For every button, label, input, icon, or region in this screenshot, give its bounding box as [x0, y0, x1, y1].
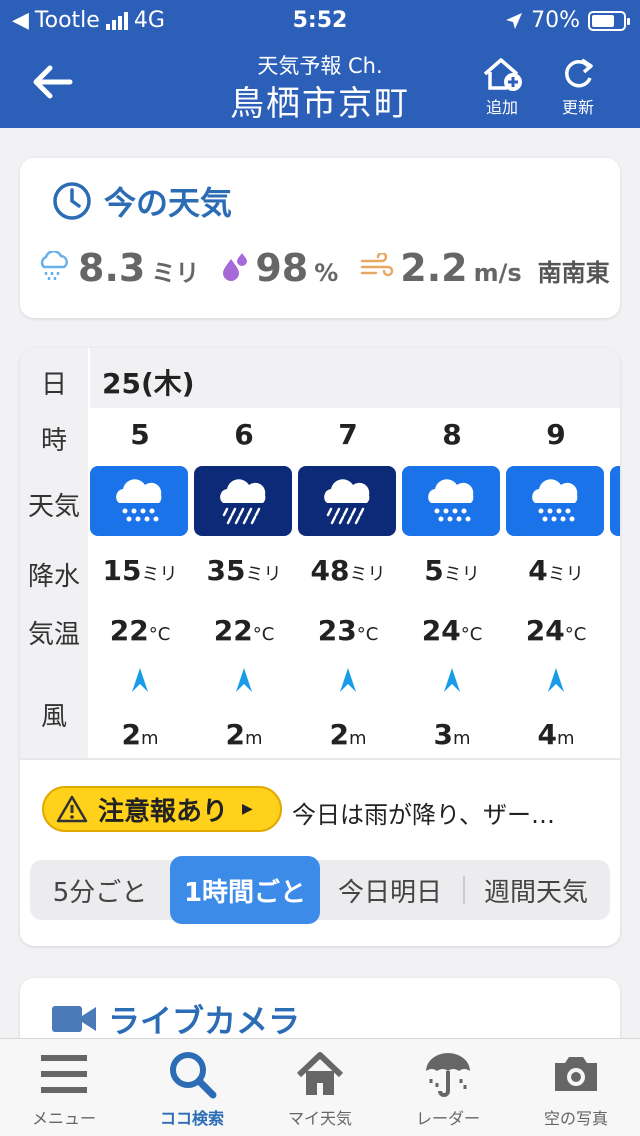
wind-value: 2.2	[400, 246, 468, 290]
hour-label: 6	[234, 418, 254, 451]
live-camera-title[interactable]: ライブカメラ	[52, 996, 300, 1042]
wind-speed: 2m	[225, 718, 263, 751]
label-temp: 気温	[27, 620, 80, 650]
humidity-unit: %	[314, 259, 339, 287]
location-title: 鳥栖市京町	[230, 84, 410, 124]
temperature: 24°C	[525, 614, 587, 647]
refresh-button[interactable]: 更新	[548, 56, 608, 118]
tab-sky-photos[interactable]: 空の写真	[512, 1049, 640, 1129]
segment-weekly[interactable]: 週間天気	[466, 860, 606, 920]
label-day: 日	[40, 370, 67, 400]
current-weather-title: 今の天気	[52, 178, 232, 224]
wind-speed: 2m	[329, 718, 367, 751]
tab-menu-label: メニュー	[31, 1109, 96, 1128]
camera-icon	[555, 1057, 597, 1091]
refresh-icon	[565, 58, 593, 88]
advisory-badge-label: 注意報あり	[98, 796, 229, 827]
rain-icon	[506, 466, 604, 536]
wind-unit: m/s	[473, 259, 522, 287]
location-arrow-icon	[506, 12, 523, 29]
warning-icon	[56, 795, 88, 823]
tab-radar-label: レーダー	[415, 1109, 480, 1128]
header-bar: ◀ Tootle 4G 5:52 70% 天気予報 Ch. 鳥栖市京町 追加 更…	[0, 0, 640, 128]
temperature: 23°C	[317, 614, 379, 647]
segment-today-tomorrow[interactable]: 今日明日	[320, 860, 460, 920]
humidity-value: 98	[255, 246, 309, 290]
umbrella-icon	[426, 1053, 470, 1097]
forecast-row-labels: 日 時 天気 降水 気温 風	[20, 348, 88, 758]
forecast-divider	[20, 758, 620, 760]
chevron-right-icon: ▶	[242, 801, 253, 817]
menu-icon	[41, 1055, 87, 1093]
temperature: 24°C	[421, 614, 483, 647]
wind-speed: 3m	[433, 718, 471, 751]
tab-search[interactable]: ココ検索	[128, 1049, 256, 1129]
wind-icon	[361, 253, 394, 277]
add-button[interactable]: 追加	[472, 56, 532, 118]
hour-label: 8	[442, 418, 462, 451]
video-camera-icon	[52, 1006, 96, 1032]
wind-direction: 南南東	[537, 259, 610, 287]
search-icon	[170, 1052, 217, 1099]
segment-5min[interactable]: 5分ごと	[30, 860, 170, 920]
precip-amount: 35ミリ	[206, 554, 282, 587]
advisory-badge[interactable]: 注意報あり ▶	[42, 786, 282, 832]
segment-hourly[interactable]: 1時間ごと	[170, 856, 320, 924]
label-hour: 時	[40, 426, 67, 456]
current-weather-values: 8.3 ミリ 98 % 2.2 m/s 南南東	[36, 246, 610, 290]
tab-menu[interactable]: メニュー	[0, 1049, 128, 1129]
wind-direction-arrow-icon	[90, 666, 190, 698]
temperature: 22°C	[109, 614, 171, 647]
rain-icon	[90, 466, 188, 536]
heavy-rain-icon	[298, 466, 396, 536]
rain-cloud-icon	[40, 251, 68, 280]
clock-icon	[53, 182, 91, 220]
date-label: 25(木)	[102, 367, 195, 400]
add-label: 追加	[485, 98, 518, 117]
label-weather: 天気	[27, 492, 80, 522]
label-precip: 降水	[27, 562, 80, 592]
wind-direction-arrow-icon	[298, 666, 398, 698]
current-weather-title-text: 今の天気	[104, 184, 233, 222]
advisory-text[interactable]: 今日は雨が降り、ザー…	[292, 795, 555, 830]
bottom-tab-bar: メニュー ココ検索 マイ天気 レーダー 空の写真	[0, 1038, 640, 1136]
precip-amount: 15ミリ	[102, 554, 178, 587]
precip-amount: 4ミリ	[528, 554, 584, 587]
wind-direction-arrow-icon	[506, 666, 606, 698]
battery-percent: 70%	[531, 8, 580, 33]
wind-speed: 2m	[121, 718, 159, 751]
hour-label: 5	[130, 418, 150, 451]
humidity-drops-icon	[223, 253, 248, 281]
segment-separator	[463, 876, 465, 904]
home-icon	[296, 1052, 344, 1095]
precip-amount: 48ミリ	[310, 554, 386, 587]
live-camera-title-text: ライブカメラ	[108, 1002, 301, 1040]
home-add-icon	[483, 58, 522, 91]
wind-direction-arrow-icon	[402, 666, 502, 698]
heavy-rain-icon	[194, 466, 292, 536]
tab-sky-photos-label: 空の写真	[543, 1109, 608, 1128]
wind-speed: 4m	[537, 718, 575, 751]
hour-label: 9	[546, 418, 566, 451]
next-column-peek	[610, 466, 620, 536]
tab-search-label: ココ検索	[159, 1109, 224, 1128]
precip-unit: ミリ	[151, 259, 200, 287]
temperature: 22°C	[213, 614, 275, 647]
status-bar: ◀ Tootle 4G 5:52 70%	[0, 0, 640, 40]
precip-value: 8.3	[78, 246, 146, 290]
precip-amount: 5ミリ	[424, 554, 480, 587]
wind-direction-arrow-icon	[194, 666, 294, 698]
refresh-label: 更新	[561, 98, 594, 117]
tab-my-weather-label: マイ天気	[287, 1109, 352, 1128]
label-wind: 風	[40, 702, 67, 732]
interval-segment-control: 5分ごと 今日明日 週間天気	[30, 860, 610, 920]
rain-icon	[402, 466, 500, 536]
hour-label: 7	[338, 418, 358, 451]
tab-radar[interactable]: レーダー	[384, 1049, 512, 1129]
tab-my-weather[interactable]: マイ天気	[256, 1049, 384, 1129]
battery-icon	[588, 10, 630, 31]
